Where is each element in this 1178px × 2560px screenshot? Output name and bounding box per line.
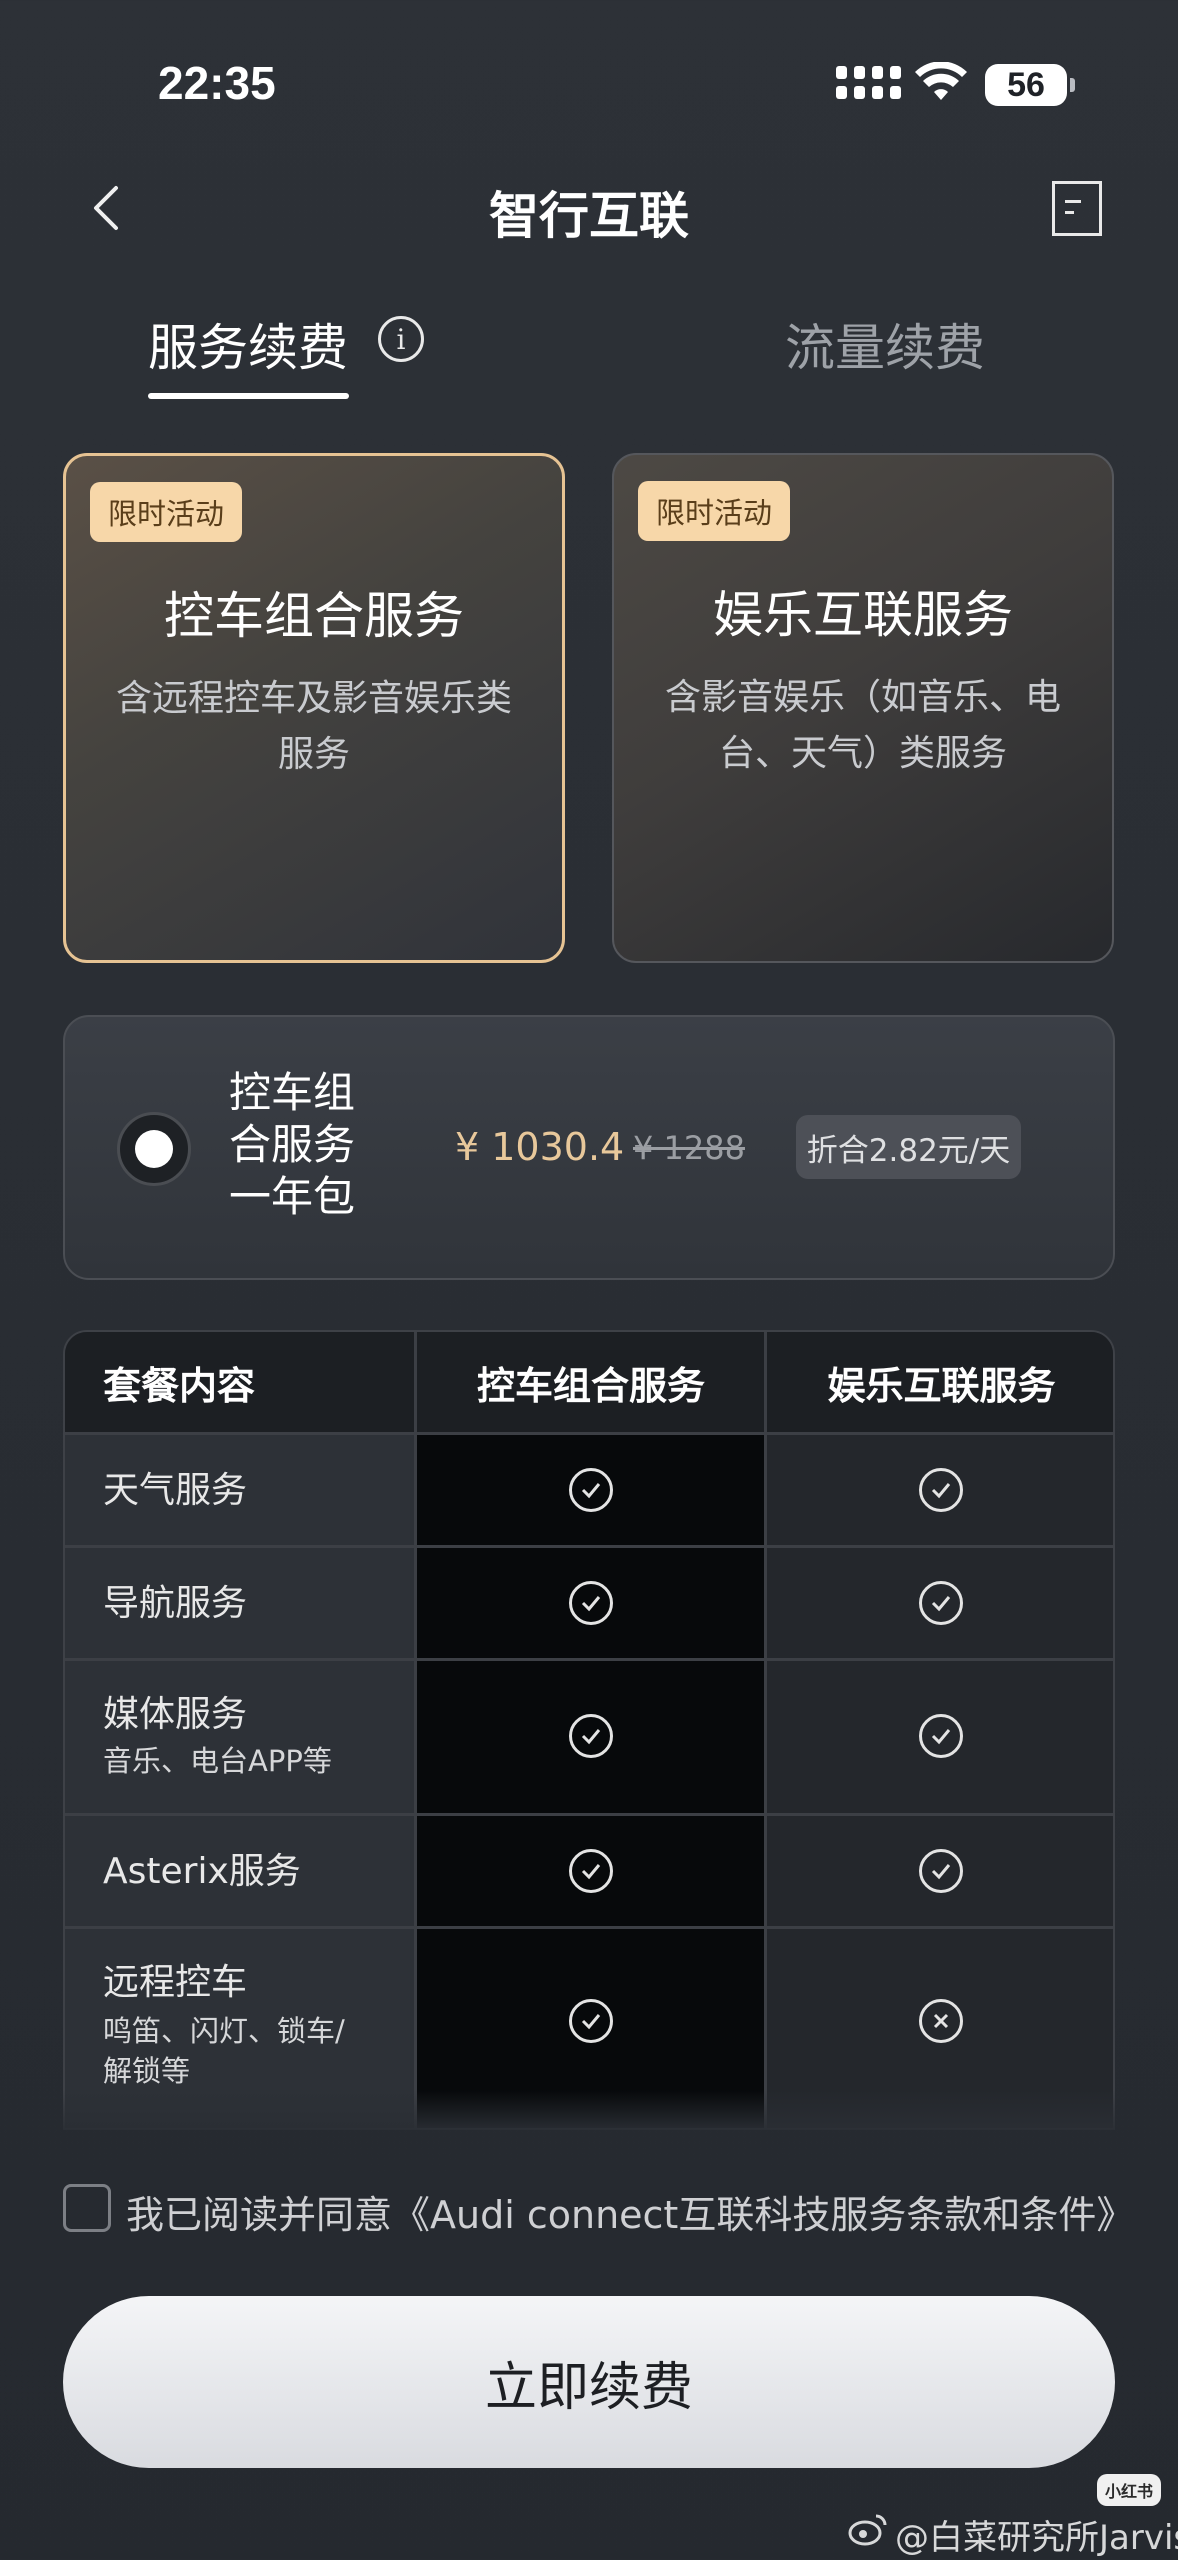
table-scroll-fade	[63, 2090, 1115, 2130]
per-day-price-badge: 折合2.82元/天	[796, 1115, 1021, 1179]
excluded-cross-icon	[919, 1999, 963, 2043]
card-description: 含影音娱乐（如音乐、电台、天气）类服务	[664, 677, 1061, 774]
table-row: 导航服务	[65, 1545, 1113, 1658]
included-check-icon	[569, 1999, 613, 2043]
tab-active-indicator	[148, 393, 349, 399]
status-time: 22:35	[158, 57, 276, 109]
included-check-icon	[569, 1849, 613, 1893]
included-check-icon	[569, 1581, 613, 1625]
included-check-icon	[919, 1581, 963, 1625]
card-title: 控车组合服务	[164, 587, 464, 645]
table-header-control: 控车组合服务	[476, 1363, 705, 1408]
agreement-text[interactable]: 我已阅读并同意《Audi connect互联科技服务条款和条件》	[126, 2184, 1134, 2239]
agreement-checkbox[interactable]	[63, 2184, 111, 2232]
package-option[interactable]: 控车组合服务一年包 ¥ 1030.4 ¥ 1288 折合2.82元/天	[63, 1015, 1115, 1280]
wifi-icon	[915, 62, 967, 100]
row-label: 媒体服务	[103, 1694, 248, 1735]
table-header-content: 套餐内容	[103, 1363, 256, 1408]
weibo-icon	[848, 2514, 887, 2546]
battery-indicator: 56	[985, 64, 1075, 106]
row-label: 远程控车	[103, 1962, 248, 2003]
included-check-icon	[919, 1714, 963, 1758]
included-check-icon	[569, 1468, 613, 1512]
promo-badge: 限时活动	[90, 482, 243, 542]
table-header: 套餐内容 控车组合服务 娱乐互联服务	[65, 1332, 1113, 1432]
card-description: 含远程控车及影音娱乐类服务	[116, 678, 513, 775]
row-sublabel: 鸣笛、闪灯、锁车/解锁等	[103, 2014, 345, 2088]
package-price: ¥ 1030.4	[455, 1125, 625, 1169]
page-title: 智行互联	[489, 187, 689, 245]
comparison-table: 套餐内容 控车组合服务 娱乐互联服务 天气服务 导航服务 媒体服务 音乐、电台A…	[63, 1330, 1115, 2130]
table-row: 媒体服务 音乐、电台APP等	[65, 1658, 1113, 1813]
row-label: 导航服务	[103, 1583, 248, 1624]
info-icon[interactable]: i	[378, 316, 424, 362]
included-check-icon	[919, 1468, 963, 1512]
row-label: 天气服务	[103, 1470, 248, 1511]
package-name: 控车组合服务一年包	[229, 1068, 356, 1221]
tab-service-renewal[interactable]: 服务续费	[148, 308, 348, 380]
package-radio[interactable]	[117, 1112, 191, 1186]
xiaohongshu-logo: 小红书	[1097, 2474, 1162, 2506]
watermark-text: @白菜研究所Jarvis	[895, 2518, 1178, 2558]
table-row: Asterix服务	[65, 1813, 1113, 1926]
document-icon[interactable]	[1052, 181, 1102, 236]
promo-badge: 限时活动	[638, 481, 791, 541]
service-card-entertainment[interactable]: 限时活动 娱乐互联服务 含影音娱乐（如音乐、电台、天气）类服务	[612, 453, 1114, 963]
original-price: ¥ 1288	[633, 1129, 745, 1167]
table-header-entertainment: 娱乐互联服务	[827, 1363, 1056, 1408]
table-row: 天气服务	[65, 1432, 1113, 1545]
row-sublabel: 音乐、电台APP等	[103, 1744, 332, 1778]
tab-data-renewal[interactable]: 流量续费	[785, 308, 985, 380]
row-label: Asterix服务	[103, 1851, 301, 1892]
included-check-icon	[919, 1849, 963, 1893]
renew-now-button[interactable]: 立即续费	[63, 2296, 1115, 2468]
cellular-signal-icon	[836, 66, 901, 99]
service-card-control[interactable]: 限时活动 控车组合服务 含远程控车及影音娱乐类服务	[63, 453, 565, 963]
included-check-icon	[569, 1714, 613, 1758]
card-title: 娱乐互联服务	[713, 586, 1013, 644]
